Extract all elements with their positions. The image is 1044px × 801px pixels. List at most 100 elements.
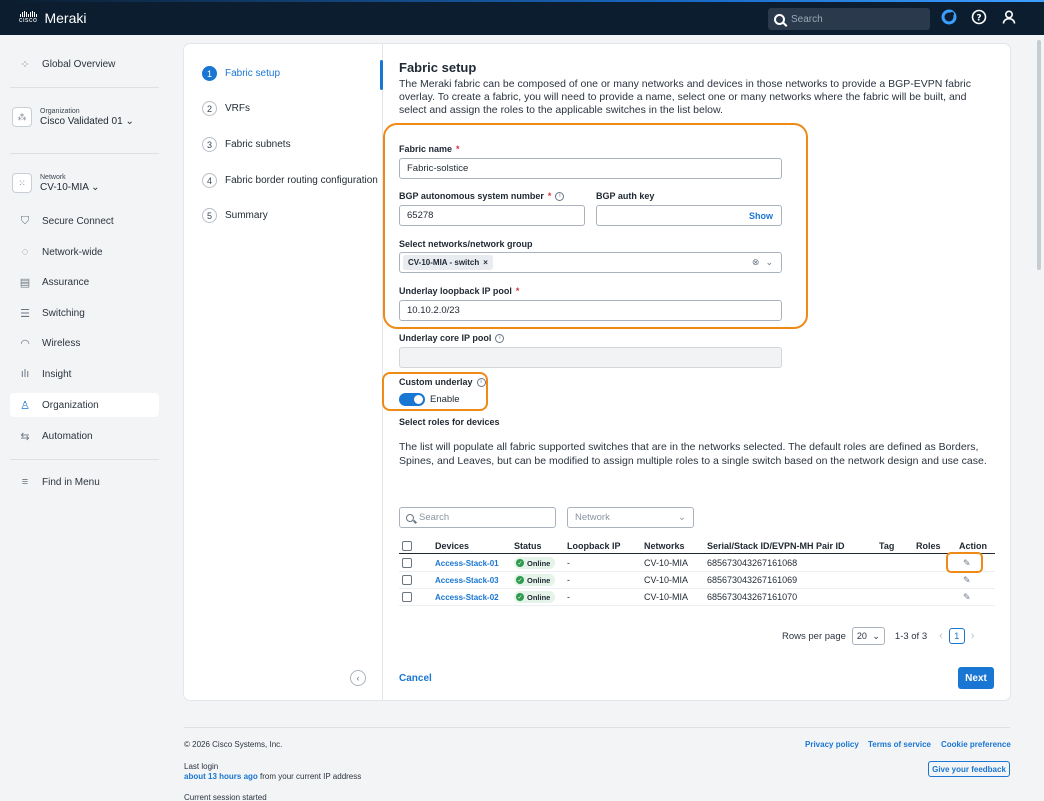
top-bar: cisco Meraki Search ? [0, 0, 1044, 35]
status-badge: ✓ Online [514, 574, 556, 586]
copyright: © 2026 Cisco Systems, Inc. [184, 740, 283, 749]
cancel-button[interactable]: Cancel [399, 673, 432, 684]
col-serial[interactable]: Serial/Stack ID/EVPN-MH Pair ID [707, 541, 845, 551]
cisco-logo: cisco [19, 11, 37, 24]
step-vrfs[interactable]: 2 VRFs [202, 101, 378, 116]
switch-icon: ☰ [20, 307, 30, 320]
step-fabric-border-routing[interactable]: 4 Fabric border routing configuration [202, 173, 378, 188]
sidebar-item-insight[interactable]: ılı Insight [10, 362, 159, 386]
sidebar-item-switching[interactable]: ☰ Switching [10, 301, 159, 325]
step-summary[interactable]: 5 Summary [202, 208, 378, 223]
terms-of-service-link[interactable]: Terms of service [868, 740, 931, 749]
col-networks[interactable]: Networks [644, 541, 685, 551]
highlight-custom-underlay [382, 372, 488, 411]
network-icon: ⁙ [12, 173, 32, 193]
row-checkbox[interactable] [402, 575, 412, 585]
table-header: Devices Status Loopback IP Networks Seri… [399, 538, 995, 554]
roles-heading: Select roles for devices [399, 417, 500, 427]
assurance-icon: ▤ [19, 276, 31, 289]
highlight-edit-action [946, 552, 983, 573]
find-icon: ≡ [21, 476, 29, 488]
network-filter-select[interactable]: Network ⌄ [567, 507, 694, 528]
sidebar-item-organization[interactable]: ♙ Organization [10, 393, 159, 417]
give-feedback-button[interactable]: Give your feedback [928, 761, 1010, 777]
sidebar-divider [10, 87, 159, 88]
table-row[interactable]: Access-Stack-01 ✓ Online - CV-10-MIA 6856… [399, 555, 995, 572]
highlight-form-fields [383, 123, 808, 329]
organization-icon: ⁂ [12, 107, 32, 127]
device-search-input[interactable]: Search [399, 507, 556, 528]
col-loopback-ip[interactable]: Loopback IP [567, 541, 621, 551]
app-name: Meraki [44, 9, 87, 26]
chart-icon: ılı [20, 368, 30, 380]
shield-icon: ⛉ [20, 214, 30, 227]
col-status[interactable]: Status [514, 541, 542, 551]
device-link[interactable]: Access-Stack-02 [435, 593, 499, 602]
sidebar-item-global-overview[interactable]: ⁘ Global Overview [10, 52, 159, 76]
edit-pencil-icon[interactable]: ✎ [963, 575, 971, 586]
sidebar-item-wireless[interactable]: ◠ Wireless [10, 331, 159, 355]
sidebar-item-find-in-menu[interactable]: ≡ Find in Menu [10, 470, 159, 494]
status-badge: ✓ Online [514, 557, 556, 569]
network-label: Network [40, 173, 66, 181]
chevron-down-icon: ⌄ [91, 181, 100, 193]
help-icon[interactable]: ? [971, 9, 987, 25]
rows-per-page-select[interactable]: 20 ⌄ [851, 627, 885, 645]
step-fabric-setup[interactable]: 1 Fabric setup [202, 66, 378, 81]
sidebar-item-network-wide[interactable]: ◌ Network-wide [10, 240, 159, 264]
next-button[interactable]: Next [958, 667, 994, 689]
user-icon[interactable] [1001, 9, 1017, 25]
search-icon [406, 513, 414, 522]
organization-icon: ♙ [20, 399, 30, 412]
assistant-icon[interactable] [941, 9, 957, 25]
network-picker[interactable]: ⁙ Network CV-10-MIA ⌄ [10, 173, 159, 193]
last-login-label: Last login [184, 762, 219, 771]
collapse-steps-button[interactable]: ‹ [350, 670, 366, 686]
col-devices[interactable]: Devices [435, 541, 469, 551]
col-tag[interactable]: Tag [879, 541, 894, 551]
check-icon: ✓ [516, 559, 524, 567]
automation-icon: ⇆ [20, 430, 30, 443]
scrollbar[interactable] [1036, 40, 1042, 798]
col-action: Action [959, 541, 987, 551]
step-fabric-subnets[interactable]: 3 Fabric subnets [202, 137, 378, 152]
cookie-preference-link[interactable]: Cookie preference [941, 740, 1011, 749]
device-link[interactable]: Access-Stack-03 [435, 576, 499, 585]
sidebar-item-automation[interactable]: ⇆ Automation [10, 424, 159, 448]
device-link[interactable]: Access-Stack-01 [435, 559, 499, 568]
pagination: Rows per page 20 ⌄ 1-3 of 3 ‹ 1 › [782, 627, 974, 645]
global-overview-icon: ⁘ [20, 58, 30, 71]
table-row[interactable]: Access-Stack-02 ✓ Online - CV-10-MIA 6856… [399, 589, 995, 606]
network-value: CV-10-MIA ⌄ [40, 181, 100, 193]
prev-page-icon[interactable]: ‹ [939, 630, 943, 642]
network-icon: ◌ [21, 246, 29, 258]
global-search-input[interactable]: Search [768, 8, 930, 30]
sidebar-item-assurance[interactable]: ▤ Assurance [10, 270, 159, 294]
footer-divider [184, 727, 1010, 728]
row-checkbox[interactable] [402, 558, 412, 568]
sidebar-item-secure-connect[interactable]: ⛉ Secure Connect [10, 209, 159, 233]
chevron-down-icon: ⌄ [125, 115, 134, 127]
edit-pencil-icon[interactable]: ✎ [963, 592, 971, 603]
organization-label: Organization [40, 107, 80, 115]
last-login-link[interactable]: about 13 hours ago [184, 772, 258, 781]
core-pool-input [399, 347, 782, 368]
scrollbar-thumb[interactable] [1037, 40, 1041, 270]
select-all-checkbox[interactable] [402, 541, 412, 551]
organization-value: Cisco Validated 01 ⌄ [40, 115, 134, 127]
brand[interactable]: cisco Meraki [19, 10, 86, 26]
check-icon: ✓ [516, 576, 524, 584]
organization-picker[interactable]: ⁂ Organization Cisco Validated 01 ⌄ [10, 107, 159, 127]
svg-text:?: ? [976, 14, 981, 24]
check-icon: ✓ [516, 593, 524, 601]
col-roles[interactable]: Roles [916, 541, 941, 551]
session-started: Current session started [184, 793, 267, 801]
status-badge: ✓ Online [514, 591, 556, 603]
row-checkbox[interactable] [402, 592, 412, 602]
current-page-button[interactable]: 1 [948, 628, 965, 644]
next-page-icon[interactable]: › [971, 630, 975, 642]
privacy-policy-link[interactable]: Privacy policy [805, 740, 859, 749]
wifi-icon: ◠ [20, 337, 30, 350]
table-row[interactable]: Access-Stack-03 ✓ Online - CV-10-MIA 6856… [399, 572, 995, 589]
last-login-info: about 13 hours ago from your current IP … [184, 772, 362, 781]
